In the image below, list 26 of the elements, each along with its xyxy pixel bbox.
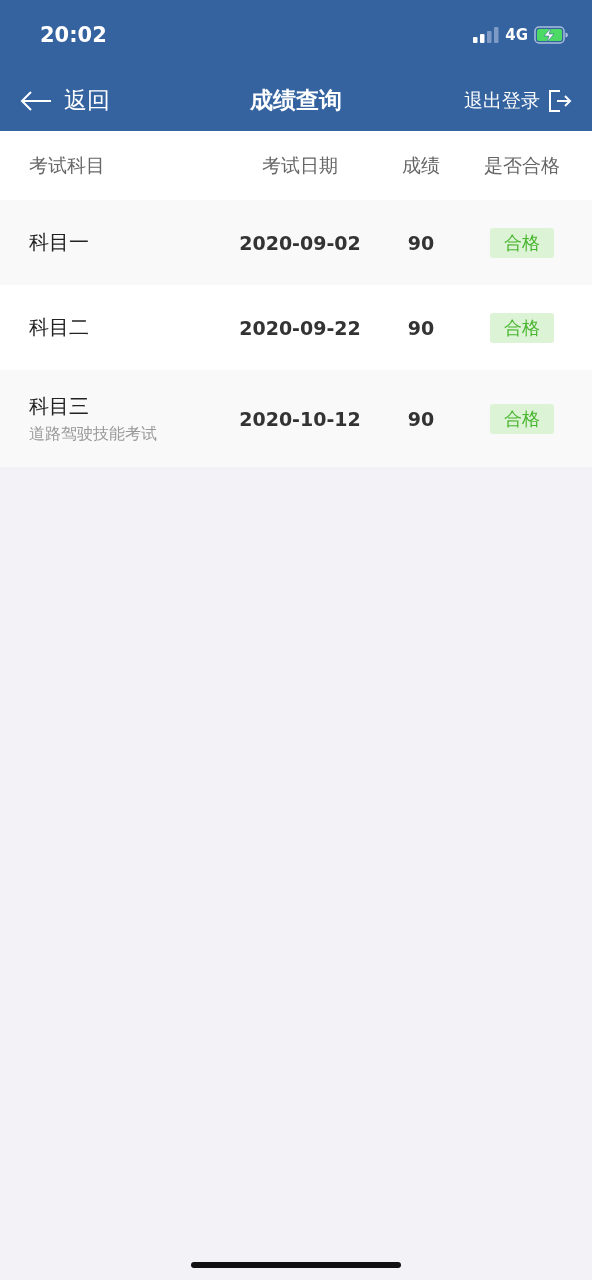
- result-badge: 合格: [490, 227, 554, 258]
- exam-score: 90: [406, 316, 436, 339]
- column-header: 考试科目: [28, 152, 106, 178]
- logout-button[interactable]: 退出登录: [464, 87, 572, 114]
- back-button[interactable]: 返回: [20, 85, 110, 116]
- signal-icon: [473, 27, 500, 43]
- logout-icon: [548, 88, 572, 113]
- battery-charging-icon: [534, 26, 568, 44]
- exam-date: 2020-09-22: [238, 316, 362, 339]
- page-title: 成绩查询: [250, 86, 342, 115]
- network-label: 4G: [505, 26, 528, 44]
- exam-date: 2020-09-02: [238, 231, 362, 254]
- result-badge: 合格: [490, 312, 554, 343]
- exam-date: 2020-10-12: [238, 407, 362, 430]
- back-arrow-icon: [20, 90, 52, 111]
- clock-time: 20:02: [40, 23, 107, 47]
- result-badge: 合格: [490, 403, 554, 434]
- subject-name: 科目三: [29, 392, 90, 420]
- subject-note: 道路驾驶技能考试: [29, 423, 158, 445]
- exam-score: 90: [406, 231, 436, 254]
- column-header: 成绩: [401, 152, 441, 178]
- subject-name: 科目一: [29, 229, 90, 256]
- column-header: 是否合格: [483, 152, 561, 178]
- column-header: 考试日期: [261, 152, 339, 178]
- exam-score: 90: [406, 407, 436, 430]
- subject-name: 科目二: [29, 314, 90, 341]
